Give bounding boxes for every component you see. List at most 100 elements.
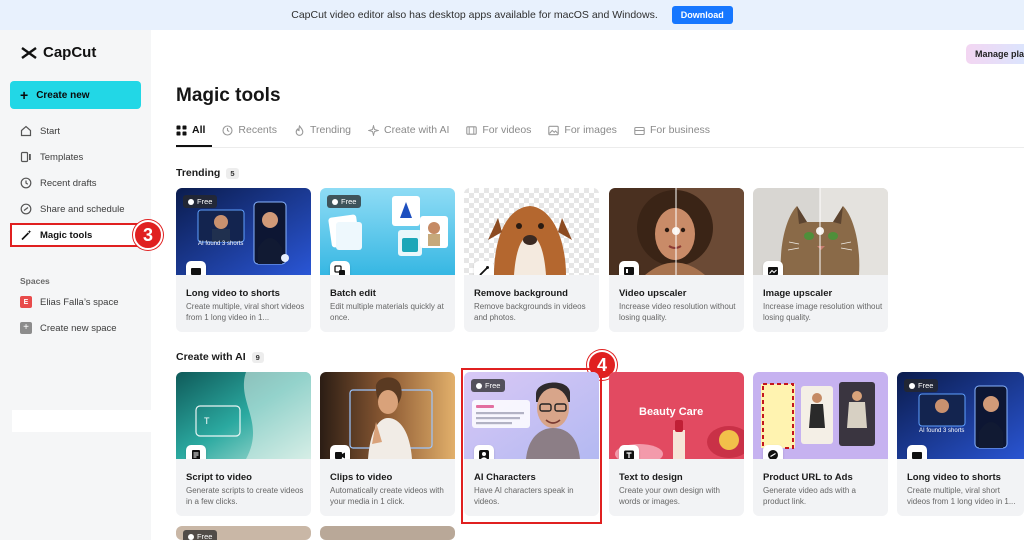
card-title: Script to video (186, 472, 252, 483)
card-description: Remove backgrounds in videos and photos. (474, 302, 586, 322)
card-thumbnail: Beauty Care (609, 372, 744, 459)
card-thumbnail: Free (320, 188, 455, 275)
tabs-divider (176, 147, 1024, 148)
clips-icon (330, 445, 350, 459)
free-badge: Free (183, 195, 218, 208)
thumbnail-caption: AI found 3 shorts (198, 241, 244, 247)
plus-icon: + (20, 322, 32, 334)
capcut-logo-icon (21, 46, 37, 59)
sidebar-item-share-and-schedule[interactable]: Share and schedule (10, 198, 141, 220)
card-title: Clips to video (330, 472, 393, 483)
create-new-button[interactable]: + Create new (10, 81, 141, 109)
sidebar-item-label: Magic tools (40, 229, 93, 241)
card-description: Increase image resolution without losing… (763, 302, 883, 322)
sidebar: CapCut + Create new Start Templates Rece… (0, 30, 151, 540)
section-title-text: Trending (176, 167, 221, 179)
create-new-space-button[interactable]: + Create new space (10, 317, 141, 339)
card-thumbnail (753, 372, 888, 459)
card-thumbnail: T (176, 372, 311, 459)
link-ads-icon (763, 445, 783, 459)
section-count-badge: 9 (251, 351, 264, 363)
free-badge-text: Free (197, 532, 213, 540)
sidebar-item-label: Recent drafts (40, 177, 97, 189)
clock-icon (20, 177, 32, 189)
create-new-label: Create new (36, 89, 90, 101)
spaces-heading: Spaces (20, 276, 50, 286)
card-thumbnail (609, 188, 744, 275)
tab-for-images[interactable]: For images (548, 124, 617, 136)
banner-text: CapCut video editor also has desktop app… (291, 9, 658, 21)
tool-card-clips-to-video[interactable]: Clips to video Automatically create vide… (320, 372, 455, 516)
free-badge: Free (904, 379, 939, 392)
film-icon (466, 125, 478, 136)
card-thumbnail (753, 188, 888, 275)
card-description: Generate video ads with a product link. (763, 486, 856, 506)
tab-label: For images (564, 124, 617, 136)
section-count-badge: 5 (226, 167, 239, 179)
card-description: Generate scripts to create videos in a f… (186, 486, 304, 506)
tab-all[interactable]: All (176, 124, 205, 136)
tool-card-script-to-video[interactable]: T Script to video Generate scripts to cr… (176, 372, 311, 516)
free-badge: Free (183, 530, 218, 540)
sparkle-icon (368, 124, 380, 136)
section-title-text: Create with AI (176, 351, 246, 363)
templates-icon (20, 151, 32, 163)
tab-for-videos[interactable]: For videos (466, 124, 531, 136)
free-badge: Free (327, 195, 362, 208)
card-thumbnail: Free AI found 3 shorts (176, 188, 311, 275)
tool-card-remove-background[interactable]: Remove background Remove backgrounds in … (464, 188, 599, 332)
sidebar-item-templates[interactable]: Templates (10, 146, 141, 168)
tool-card-text-to-design[interactable]: Beauty Care Text to design Create your o… (609, 372, 744, 516)
clock-icon (909, 382, 915, 389)
tool-card-partial[interactable]: Free (176, 526, 311, 540)
card-title: Video upscaler (619, 288, 687, 299)
tool-card-long-video-to-shorts-ai[interactable]: Free AI found 3 shorts Long video to sho… (897, 372, 1024, 516)
tool-card-batch-edit[interactable]: Free Batch edit Edit multiple materials … (320, 188, 455, 332)
sidebar-item-magic-tools[interactable]: Magic tools (10, 223, 141, 247)
space-name: Elias Falla’s space (40, 296, 119, 308)
sidebar-item-recent-drafts[interactable]: Recent drafts (10, 172, 141, 194)
tool-card-image-upscaler[interactable]: Image upscaler Increase image resolution… (753, 188, 888, 332)
tab-label: Trending (309, 124, 352, 136)
space-avatar: E (20, 296, 32, 308)
tool-card-video-upscaler[interactable]: Video upscaler Increase video resolution… (609, 188, 744, 332)
svg-text:T: T (204, 416, 210, 426)
category-tabs: All Recents Trending Create with AI For … (176, 124, 727, 136)
sidebar-item-label: Start (40, 125, 61, 137)
tool-card-partial[interactable] (320, 526, 455, 540)
tool-card-product-url-to-ads[interactable]: Product URL to Ads Generate video ads wi… (753, 372, 888, 516)
card-title: Long video to shorts (186, 288, 280, 299)
tab-label: Create with AI (384, 124, 450, 136)
magic-wand-icon (20, 229, 32, 241)
text-design-icon (619, 445, 639, 459)
tab-label: Recents (238, 124, 277, 136)
tab-create-with-ai[interactable]: Create with AI (368, 124, 449, 136)
space-item[interactable]: E Elias Falla’s space (10, 291, 141, 313)
batch-edit-icon (330, 261, 350, 275)
sidebar-item-start[interactable]: Start (10, 120, 141, 142)
image-hd-icon (763, 261, 783, 275)
download-button[interactable]: Download (671, 6, 733, 24)
grid-icon (176, 125, 187, 136)
logo-text: CapCut (43, 44, 97, 61)
create-space-label: Create new space (40, 322, 117, 334)
card-title: Text to design (619, 472, 683, 483)
briefcase-icon (634, 125, 645, 136)
card-description: Create your own design with words or ima… (619, 486, 720, 506)
tool-card-long-video-to-shorts[interactable]: Free AI found 3 shorts Long video to sho… (176, 188, 311, 332)
tab-for-business[interactable]: For business (634, 124, 710, 136)
tab-trending[interactable]: Trending (294, 124, 351, 136)
capcut-logo[interactable]: CapCut (20, 44, 96, 61)
manage-plan-button[interactable]: Manage plan (966, 44, 1024, 64)
tab-recents[interactable]: Recents (222, 124, 277, 136)
home-icon (20, 125, 32, 137)
tab-label: All (192, 124, 206, 136)
card-title: Image upscaler (763, 288, 833, 299)
card-description: Create multiple, viral short videos from… (907, 486, 1016, 506)
clock-icon (188, 198, 194, 205)
page-title: Magic tools (176, 85, 281, 106)
script-icon (186, 445, 206, 459)
free-badge-text: Free (918, 381, 934, 390)
sidebar-blank-panel (12, 410, 151, 432)
card-description: Create multiple, viral short videos from… (186, 302, 305, 322)
